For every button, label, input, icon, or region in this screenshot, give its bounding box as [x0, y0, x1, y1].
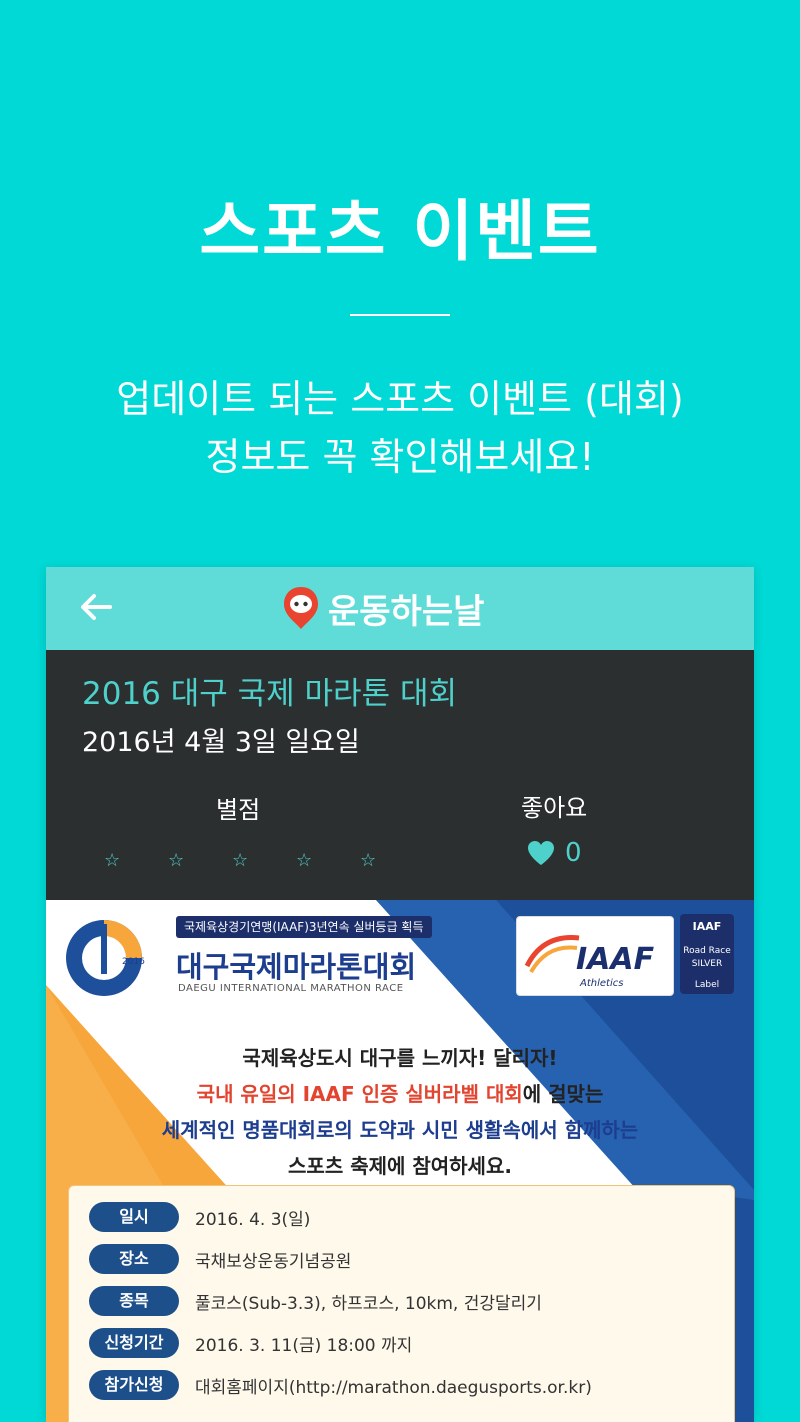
iaaf-sub: Athletics — [580, 978, 624, 989]
event-title: 2016 대구 국제 마라톤 대회 — [82, 676, 457, 712]
app-bar: 운동하는날 — [46, 567, 754, 650]
slogan-highlight: 국내 유일의 IAAF 인증 실버라벨 대회 — [196, 1082, 523, 1106]
silver-badge-line: Label — [694, 980, 720, 990]
slogan-line1: 국제육상도시 대구를 느끼자! 달리자! — [242, 1046, 558, 1070]
info-key: 장소 — [89, 1244, 179, 1274]
star-icon[interactable]: ☆ — [168, 850, 232, 871]
info-row: 종목 풀코스(Sub-3.3), 하프코스, 10km, 건강달리기 — [89, 1284, 542, 1318]
star-icon[interactable]: ☆ — [296, 850, 360, 871]
info-row: 신청기간 2016. 3. 11(금) 18:00 까지 — [89, 1326, 412, 1360]
like-control[interactable]: 0 — [526, 838, 582, 868]
phone-screen: 운동하는날 2016 대구 국제 마라톤 대회 2016년 4월 3일 일요일 … — [46, 567, 754, 1422]
info-value: 풀코스(Sub-3.3), 하프코스, 10km, 건강달리기 — [195, 1293, 542, 1314]
slogan-line3: 세계적인 명품대회로의 도약과 시민 생활속에서 함께하는 — [161, 1118, 639, 1142]
hero-subtitle: 업데이트 되는 스포츠 이벤트 (대회) 정보도 꼭 확인해보세요! — [0, 370, 800, 486]
rating-label: 별점 — [216, 796, 261, 824]
poster-event-name: 대구국제마라톤대회 — [176, 950, 417, 984]
poster-event-name-eng: DAEGU INTERNATIONAL MARATHON RACE — [178, 983, 404, 994]
daegu-emblem-logo: 2016 — [66, 920, 145, 996]
info-key: 종목 — [89, 1286, 179, 1316]
hero-subtitle-line2: 정보도 꼭 확인해보세요! — [205, 435, 595, 479]
info-value: 대회홈페이지(http://marathon.daegusports.or.kr… — [195, 1377, 592, 1398]
iaaf-swoosh-icon — [524, 935, 580, 974]
silver-badge-line: Road Race — [683, 946, 731, 956]
silver-badge-line: IAAF — [692, 920, 722, 933]
info-row: 장소 국채보상운동기념공원 — [89, 1242, 351, 1276]
brand-logo-icon — [284, 587, 318, 629]
like-count: 0 — [565, 838, 582, 868]
info-key: 참가신청 — [89, 1370, 179, 1400]
hero-divider — [350, 314, 450, 316]
info-row: 일시 2016. 4. 3(일) — [89, 1200, 310, 1234]
hero-subtitle-line1: 업데이트 되는 스포츠 이벤트 (대회) — [116, 377, 684, 421]
info-row: 참가신청 대회홈페이지(http://marathon.daegusports.… — [89, 1368, 592, 1402]
back-arrow-icon[interactable] — [76, 587, 116, 627]
slogan-line4: 스포츠 축제에 참여하세요. — [288, 1154, 512, 1178]
app-brand: 운동하는날 — [282, 583, 484, 633]
info-box: 일시 2016. 4. 3(일) 장소 국채보상운동기념공원 종목 풀코스(Su… — [68, 1185, 735, 1422]
poster-slogan: 국제육상도시 대구를 느끼자! 달리자! 국내 유일의 IAAF 인증 실버라벨… — [46, 1040, 754, 1184]
info-value: 2016. 4. 3(일) — [195, 1209, 311, 1230]
info-key: 신청기간 — [89, 1328, 179, 1358]
event-header: 2016 대구 국제 마라톤 대회 2016년 4월 3일 일요일 별점 ☆ ☆… — [46, 650, 754, 900]
star-icon[interactable]: ☆ — [360, 850, 424, 871]
silver-badge-line: SILVER — [691, 959, 723, 969]
like-label: 좋아요 — [521, 794, 588, 822]
heart-icon[interactable] — [526, 839, 556, 867]
hero-title: 스포츠 이벤트 — [199, 193, 601, 270]
info-value: 2016. 3. 11(금) 18:00 까지 — [195, 1335, 413, 1356]
info-key: 일시 — [89, 1202, 179, 1232]
star-icon[interactable]: ☆ — [104, 850, 168, 871]
silver-label-badge: IAAF Road Race SILVER Label — [680, 914, 734, 994]
star-icon[interactable]: ☆ — [232, 850, 296, 871]
slogan-line2-rest: 에 걸맞는 — [522, 1082, 604, 1106]
brand-name: 운동하는날 — [328, 591, 485, 632]
info-value: 국채보상운동기념공원 — [195, 1251, 352, 1272]
poster-badge: 국제육상경기연맹(IAAF)3년연속 실버등급 획득 — [176, 916, 432, 938]
event-date: 2016년 4월 3일 일요일 — [82, 727, 360, 758]
svg-text:2016: 2016 — [122, 957, 145, 967]
rating-stars[interactable]: ☆ ☆ ☆ ☆ ☆ — [104, 850, 424, 871]
event-poster: 2016 국제육상경기연맹(IAAF)3년연속 실버등급 획득 대구국제마라톤대… — [46, 900, 754, 1422]
iaaf-text: IAAF — [576, 942, 655, 977]
slogan-line2: 국내 유일의 IAAF 인증 실버라벨 대회에 걸맞는 — [46, 1076, 754, 1112]
